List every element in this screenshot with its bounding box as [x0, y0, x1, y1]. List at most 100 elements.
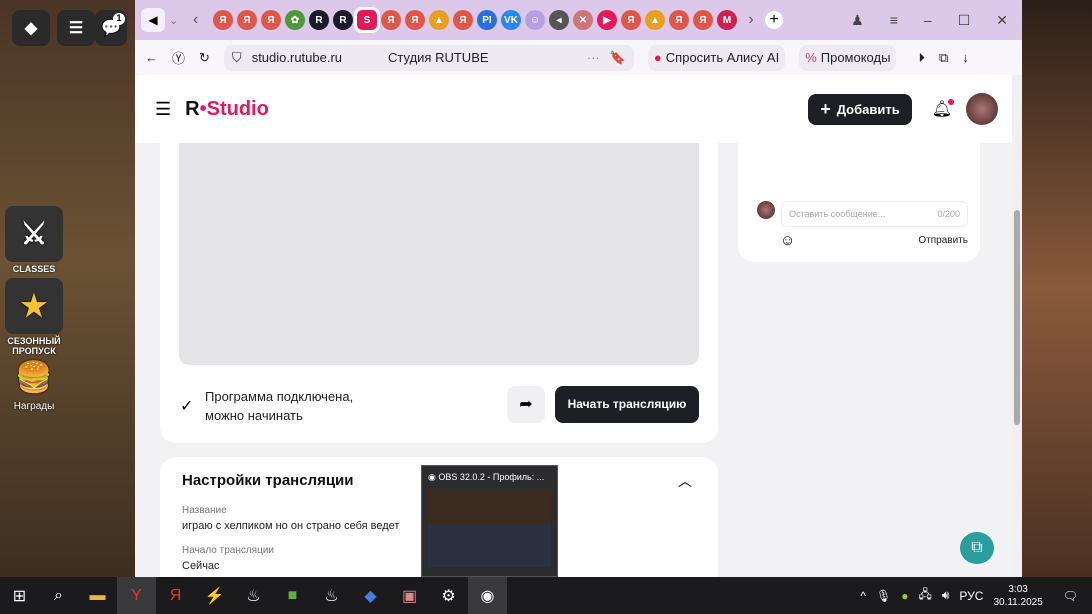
browser-tab[interactable]: Я	[453, 10, 473, 30]
scrollbar[interactable]	[1012, 75, 1022, 577]
browser-tab[interactable]: Я	[621, 10, 641, 30]
explorer-icon[interactable]: ▬	[78, 577, 117, 614]
browser-tab[interactable]: Я	[405, 10, 425, 30]
profile-icon[interactable]: ♟	[851, 12, 864, 29]
start-stream-button[interactable]: Начать трансляцию	[555, 386, 699, 423]
browser-tab[interactable]: ◂	[549, 10, 569, 30]
more-icon[interactable]: ···	[587, 50, 600, 65]
yandex-browser-icon[interactable]: Y	[117, 577, 156, 614]
reload-icon[interactable]: ↻	[199, 50, 210, 66]
address-bar: ← Ⓨ ↻ ⛉ studio.rutube.ru Студия RUTUBE ··· 🔖…	[135, 40, 1022, 75]
roblox-icon[interactable]: ◆	[351, 577, 390, 614]
start-icon[interactable]: ⊞	[0, 577, 39, 614]
steam-icon[interactable]: ♨	[234, 577, 273, 614]
chevron-up-icon[interactable]: ^	[860, 589, 866, 603]
tray-app-icon[interactable]: ●	[901, 589, 908, 603]
chat-icon[interactable]: 💬 1	[95, 10, 127, 46]
browser-tab[interactable]: VK	[501, 10, 521, 30]
yandex-icon[interactable]: Я	[156, 577, 195, 614]
browser-tab[interactable]: ▲	[645, 10, 665, 30]
browser-tab[interactable]: R	[309, 10, 329, 30]
chat-card: Оставить сообщение... 0/200 ☺ Отправить	[738, 130, 980, 262]
browser-tab[interactable]: Я	[261, 10, 281, 30]
extensions-icon[interactable]: ⧉	[939, 50, 948, 66]
notifications-icon[interactable]: 🗨︎	[1063, 589, 1078, 603]
close-icon[interactable]: ✕	[996, 12, 1008, 29]
name-value[interactable]: играю с хелпиком но он страно себя ведет	[182, 520, 399, 532]
bookmark-icon[interactable]: 🔖	[610, 50, 626, 66]
chat-bubble-icon: ⧉	[971, 539, 983, 556]
network-icon[interactable]: 🖧	[918, 585, 931, 606]
url-field[interactable]: ⛉ studio.rutube.ru Студия RUTUBE ··· 🔖	[223, 44, 634, 71]
alice-button[interactable]: ● Спросить Алису AI	[647, 44, 786, 71]
yandex-icon[interactable]: Ⓨ	[172, 48, 185, 67]
maximize-icon[interactable]: ☐	[958, 12, 971, 29]
promo-label: Промокоды	[820, 50, 891, 65]
browser-tab[interactable]: ✕	[573, 10, 593, 30]
chevron-up-icon[interactable]: ︿	[678, 471, 692, 491]
browser-tab[interactable]: Я	[237, 10, 257, 30]
browser-tab[interactable]: Я	[213, 10, 233, 30]
avatar[interactable]	[966, 93, 998, 125]
browser-tab[interactable]: ▶	[597, 10, 617, 30]
status-text-2: можно начинать	[205, 408, 303, 423]
browser-tab[interactable]: ▲	[429, 10, 449, 30]
add-button[interactable]: + Добавить	[808, 93, 912, 125]
download-icon[interactable]: ↓	[962, 50, 969, 65]
share-button[interactable]: ➦	[507, 386, 545, 423]
alice-label: Спросить Алису AI	[665, 50, 780, 65]
back-icon[interactable]: ←	[145, 50, 158, 65]
classes-button[interactable]: ⚔ CLASSES	[4, 206, 64, 274]
language-indicator[interactable]: РУС	[959, 589, 983, 603]
browser-tab[interactable]: Я	[381, 10, 401, 30]
rewards-button[interactable]: 🍔 Награды	[4, 355, 64, 413]
stream-preview-card: ✓ Программа подключена, можно начинать ➦ …	[160, 130, 718, 443]
clock[interactable]: 3:03 30.11.2025	[993, 583, 1042, 609]
roblox-icon[interactable]: ◆	[12, 10, 50, 46]
browser-tab[interactable]: Я	[669, 10, 689, 30]
percent-icon: %	[805, 50, 817, 65]
media-icon[interactable]: ⏵	[918, 50, 925, 66]
obs-taskbar-preview[interactable]: ◉ OBS 32.0.2 - Профиль: ...	[421, 465, 558, 577]
steam-2-icon[interactable]: ♨	[312, 577, 351, 614]
microphone-icon[interactable]: 🎙︎	[876, 589, 891, 603]
help-chat-button[interactable]: ⧉	[960, 532, 994, 564]
hamburger-icon[interactable]: ☰	[155, 99, 171, 120]
browser-tab[interactable]: Я	[693, 10, 713, 30]
browser-tab[interactable]: M	[717, 10, 737, 30]
promo-button[interactable]: % Промокоды	[799, 44, 897, 71]
obs-icon[interactable]: ◉	[468, 577, 507, 614]
name-label: Название	[182, 505, 227, 516]
start-time-value[interactable]: Сейчас	[182, 560, 220, 572]
chevron-down-icon[interactable]: ⌄	[169, 14, 189, 27]
chat-message-input[interactable]: Оставить сообщение... 0/200	[781, 201, 968, 227]
browser-tab[interactable]: PI	[477, 10, 497, 30]
minecraft-icon[interactable]: ■	[273, 577, 312, 614]
rutube-studio-logo[interactable]: R•Studio	[185, 98, 269, 121]
scrollbar-thumb[interactable]	[1014, 210, 1020, 425]
season-pass-button[interactable]: ★ СЕЗОННЫЙ ПРОПУСК	[4, 278, 64, 356]
swords-icon: ⚔	[5, 206, 63, 262]
tabs-left-icon[interactable]: ‹	[193, 11, 209, 29]
image-icon[interactable]: ▣	[390, 577, 429, 614]
tabs-right-icon[interactable]: ›	[741, 11, 761, 29]
new-tab-icon[interactable]: +	[765, 11, 783, 29]
browser-tab[interactable]: S	[354, 7, 380, 33]
notification-badge: 1	[113, 13, 125, 25]
taskbar: ⊞ ⌕ ▬ Y Я ⚡ ♨ ■ ♨ ◆ ▣ ⚙ ◉ ^ 🎙︎ ● 🖧 🔊︎ РУ…	[0, 577, 1092, 614]
search-icon[interactable]: ⌕	[39, 577, 78, 614]
menu-icon[interactable]: ☰	[57, 10, 95, 46]
settings-icon[interactable]: ⚙	[429, 577, 468, 614]
browser-menu-icon[interactable]: ≡	[890, 12, 898, 29]
browser-tab[interactable]: ✿	[285, 10, 305, 30]
emoji-icon[interactable]: ☺	[780, 232, 795, 249]
url-text: studio.rutube.ru	[251, 50, 343, 65]
minimize-icon[interactable]: –	[924, 12, 932, 29]
browser-tab[interactable]: ☺	[525, 10, 545, 30]
app-icon[interactable]: ⚡	[195, 577, 234, 614]
audio-icon[interactable]: ◀	[141, 8, 165, 32]
bell-icon[interactable]: 🔔︎	[932, 99, 954, 119]
browser-tab[interactable]: R	[333, 10, 353, 30]
volume-icon[interactable]: 🔊︎	[942, 588, 950, 603]
send-button[interactable]: Отправить	[918, 235, 968, 246]
